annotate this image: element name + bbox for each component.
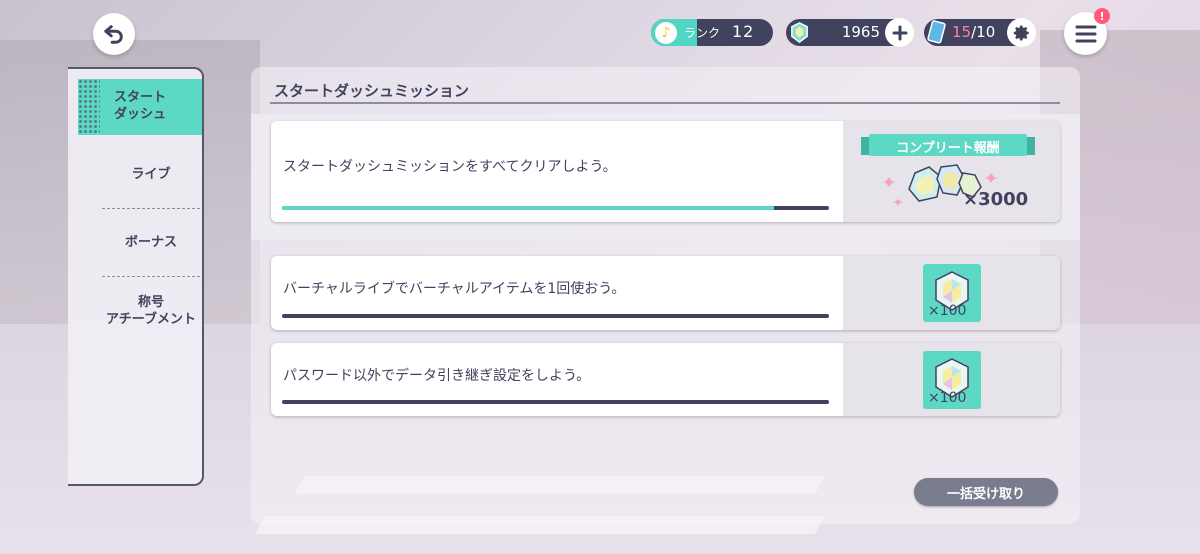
claim-all-button[interactable]: 一括受け取り [914, 478, 1058, 506]
mission-progress-fill [282, 206, 775, 210]
rank-label: ランク [684, 26, 721, 40]
crystal-count: 1965 [841, 23, 880, 41]
reward-count: ×100 [928, 303, 967, 319]
mission-progress-bar [282, 314, 829, 318]
back-button[interactable] [93, 13, 135, 55]
bonus-current: 15 [952, 23, 972, 41]
mission-text: スタートダッシュミッションをすべてクリアしよう。 [283, 159, 617, 175]
sidebar-divider [102, 276, 200, 277]
bonus-ticket-icon [927, 20, 946, 44]
crystal-counter: 1965 [786, 18, 914, 47]
bonus-max: /10 [971, 23, 996, 41]
title-divider [270, 102, 1060, 104]
hamburger-icon [1075, 25, 1096, 42]
sidebar-item-bonus[interactable]: ボーナス [102, 230, 200, 256]
music-note-icon: ♪ [655, 21, 677, 44]
complete-reward-count: ×3000 [963, 189, 1029, 210]
live-bonus-counter: 15/10 [924, 18, 1036, 47]
rank-value: 12 [732, 22, 755, 41]
mission-progress-bar [282, 206, 829, 210]
settings-button[interactable] [1007, 18, 1036, 47]
sidebar-item-title-achievement[interactable]: 称号 アチーブメント [102, 293, 200, 331]
mission-text: パスワード以外でデータ引き継ぎ設定をしよう。 [283, 368, 591, 384]
sidebar-item-live[interactable]: ライブ [102, 162, 200, 188]
mission-reward-area[interactable]: ×100 [843, 256, 1060, 330]
sidebar-item-start-dash[interactable]: スタート ダッシュ [78, 79, 202, 135]
mission-reward-area[interactable]: ×100 [843, 343, 1060, 416]
rank-indicator: ♪ ランク 12 [651, 19, 773, 46]
mission-card: バーチャルライブでバーチャルアイテムを1回使おう。 ×100 [271, 256, 1060, 330]
complete-reward-area[interactable]: コンプリート報酬 ×3000 [843, 121, 1060, 222]
reward-count: ×100 [928, 390, 967, 406]
sidebar: スタート ダッシュ ライブ ボーナス 称号 アチーブメント [68, 67, 204, 486]
crystal-icon [791, 22, 808, 43]
mission-card: パスワード以外でデータ引き継ぎ設定をしよう。 ×100 [271, 343, 1060, 416]
bonus-value: 15/10 [952, 23, 995, 41]
notification-badge: ! [1094, 8, 1110, 24]
mission-text: バーチャルライブでバーチャルアイテムを1回使おう。 [283, 281, 626, 297]
complete-reward-banner: コンプリート報酬 [861, 133, 1035, 159]
sidebar-divider [102, 208, 200, 209]
complete-mission-card: スタートダッシュミッションをすべてクリアしよう。 コンプリート報酬 ×3000 [271, 121, 1060, 222]
page-title: スタートダッシュミッション [274, 82, 470, 100]
add-crystals-button[interactable] [885, 18, 914, 47]
back-arrow-icon [104, 25, 123, 44]
mission-progress-bar [282, 400, 829, 404]
complete-reward-label: コンプリート報酬 [896, 140, 1000, 156]
gear-icon [1013, 25, 1029, 40]
plus-icon [892, 25, 907, 40]
